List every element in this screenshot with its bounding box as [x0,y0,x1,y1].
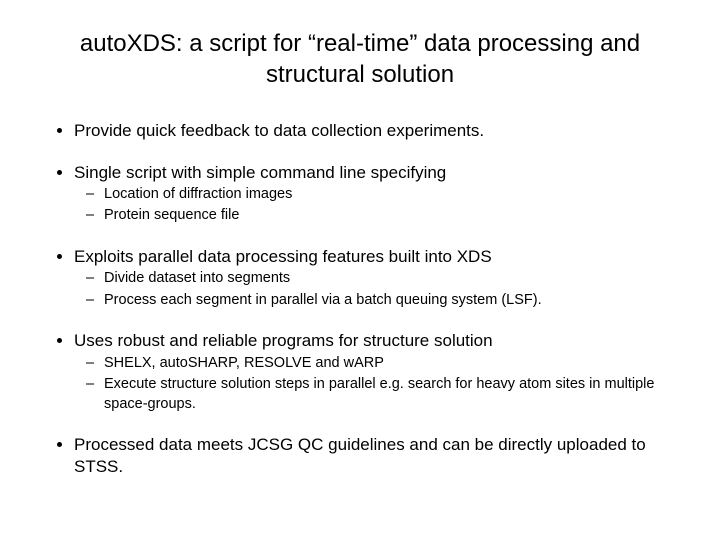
sub-list: Divide dataset into segments Process eac… [74,269,680,310]
slide: autoXDS: a script for “real-time” data p… [0,0,720,540]
list-item: Single script with simple command line s… [74,162,680,226]
sub-list: SHELX, autoSHARP, RESOLVE and wARP Execu… [74,354,680,415]
bullet-text: Single script with simple command line s… [74,163,446,182]
sub-item: Divide dataset into segments [104,269,680,289]
sub-item: Location of diffraction images [104,185,680,205]
sub-item: Process each segment in parallel via a b… [104,291,680,311]
sub-item: SHELX, autoSHARP, RESOLVE and wARP [104,354,680,374]
sub-item: Execute structure solution steps in para… [104,375,680,414]
sub-item: Protein sequence file [104,206,680,226]
bullet-text: Uses robust and reliable programs for st… [74,331,493,350]
bullet-text: Provide quick feedback to data collectio… [74,121,484,140]
slide-title: autoXDS: a script for “real-time” data p… [40,28,680,90]
list-item: Uses robust and reliable programs for st… [74,330,680,414]
list-item: Provide quick feedback to data collectio… [74,120,680,141]
sub-list: Location of diffraction images Protein s… [74,185,680,226]
list-item: Processed data meets JCSG QC guidelines … [74,434,680,477]
list-item: Exploits parallel data processing featur… [74,246,680,310]
bullet-text: Processed data meets JCSG QC guidelines … [74,435,646,475]
bullet-text: Exploits parallel data processing featur… [74,247,492,266]
bullet-list: Provide quick feedback to data collectio… [40,120,680,476]
